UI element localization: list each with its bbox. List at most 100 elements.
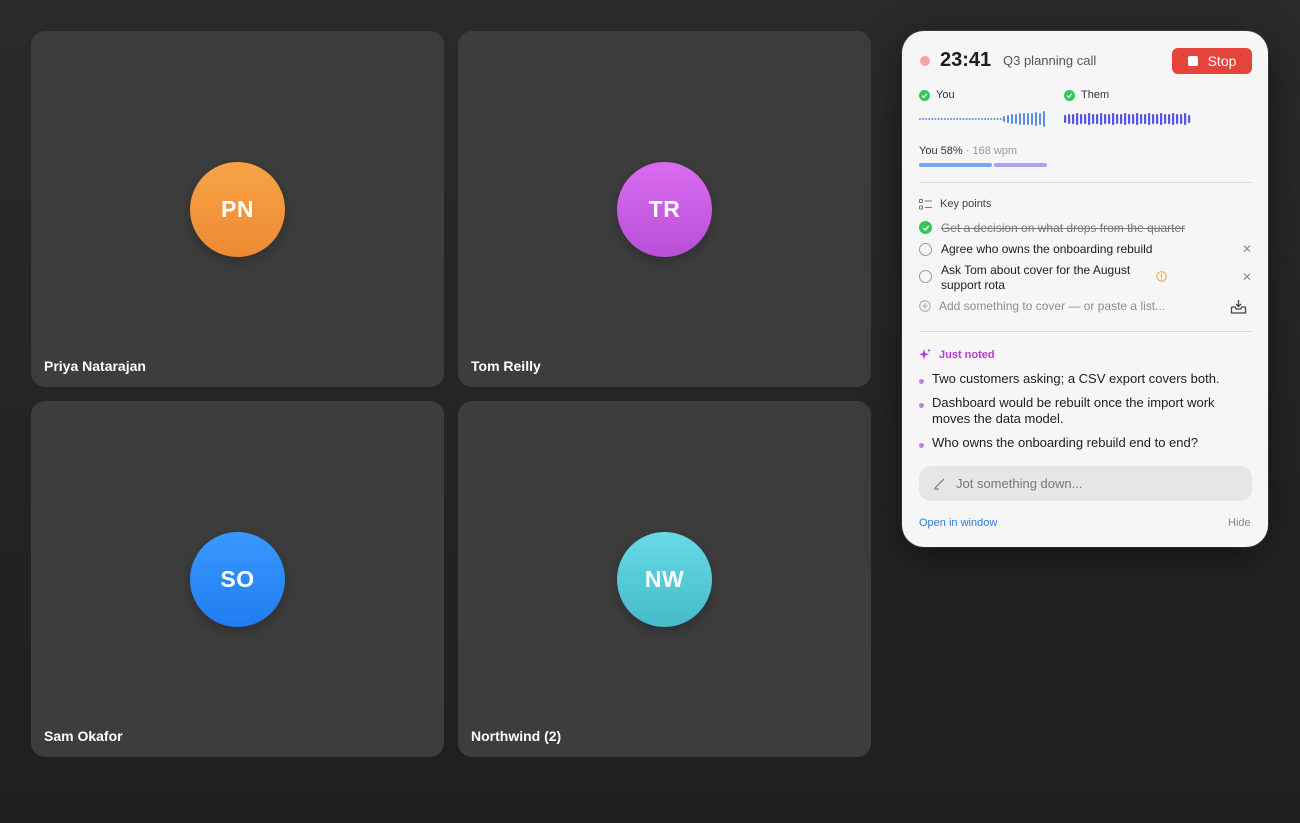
stop-icon <box>1187 56 1198 66</box>
speaker-label: Them <box>1081 89 1110 101</box>
speaker-them: Them <box>1064 89 1109 101</box>
wpm-label: 168 wpm <box>972 145 1018 157</box>
waveform-bar <box>1027 113 1029 125</box>
waveform-bar <box>1172 113 1175 125</box>
waveform-bar <box>1116 114 1119 124</box>
bullet <box>919 443 924 448</box>
you-waveform <box>919 111 1045 127</box>
waveform-bar <box>1023 113 1025 125</box>
talk-share: You 58% <box>919 145 963 157</box>
waveform-bar <box>996 118 999 120</box>
key-point-item[interactable]: Get a decision on what drops from the qu… <box>919 221 1185 235</box>
waveform-bar <box>999 118 1002 120</box>
waveform-bar <box>1096 114 1099 124</box>
participant-tile[interactable]: PN Priya Natarajan <box>31 31 444 387</box>
note-text: Dashboard would be rebuilt once the impo… <box>932 395 1215 426</box>
key-points-header: Key points <box>919 198 991 210</box>
waveform-bar <box>937 118 940 120</box>
waveform-bar <box>1100 113 1103 125</box>
completed-check-icon[interactable] <box>919 221 932 234</box>
add-circle-icon <box>919 300 931 312</box>
waveform-bar <box>1168 114 1171 124</box>
them-waveform <box>1064 113 1191 125</box>
participant-name: Tom Reilly <box>471 358 541 374</box>
waveform-bar <box>987 118 990 120</box>
pencil-icon <box>934 478 945 490</box>
waveform-bar <box>1011 114 1013 124</box>
waveform-bar <box>1128 114 1131 124</box>
waveform-bar <box>1088 113 1091 125</box>
note-item: Who owns the onboarding rebuild end to e… <box>919 435 1249 451</box>
key-point-item[interactable]: Ask Tom about cover for the August suppo… <box>919 263 1130 293</box>
waveform-bar <box>1176 114 1179 124</box>
bullet <box>919 403 924 408</box>
call-title: Q3 planning call <box>1003 53 1097 68</box>
waveform-bar <box>1035 112 1037 126</box>
waveform-bar <box>1112 113 1115 125</box>
key-point-text: Agree who owns the onboarding rebuild <box>941 242 1153 256</box>
waveform-bar <box>922 118 925 120</box>
waveform-bar <box>1184 113 1187 125</box>
participant-tile[interactable]: SO Sam Okafor <box>31 401 444 757</box>
avatar: PN <box>190 162 285 257</box>
waveform-bar <box>1152 114 1155 124</box>
jot-input[interactable]: Jot something down... <box>919 466 1252 501</box>
checkbox-circle-icon[interactable] <box>919 270 932 283</box>
import-tray-icon[interactable] <box>1230 299 1247 315</box>
add-key-point-input[interactable]: Add something to cover — or paste a list… <box>919 299 1165 313</box>
waveform-bar <box>1039 113 1041 125</box>
just-noted-title: Just noted <box>939 348 995 361</box>
waveform-bar <box>1124 113 1127 125</box>
talk-separator: · <box>965 145 970 157</box>
add-placeholder: Add something to cover — or paste a list… <box>939 299 1166 313</box>
waveform-bar <box>931 118 934 120</box>
divider <box>919 182 1252 183</box>
key-point-text-line: Ask Tom about cover for the August <box>941 263 1131 277</box>
remove-key-point-button[interactable]: ✕ <box>1242 242 1252 256</box>
participant-tile[interactable]: NW Northwind (2) <box>458 401 871 757</box>
waveform-bar <box>1015 114 1017 124</box>
waveform-bar <box>1076 113 1079 125</box>
meeting-notes-panel: 23:41 Q3 planning call Stop You Them You… <box>902 31 1268 547</box>
hide-link[interactable]: Hide <box>1228 517 1251 529</box>
note-text: Two customers asking; a CSV export cover… <box>932 371 1220 386</box>
stop-button[interactable]: Stop <box>1172 48 1252 74</box>
waveform-bar <box>959 118 962 120</box>
key-point-text: Ask Tom about cover for the August suppo… <box>941 263 1130 293</box>
call-timer: 23:41 <box>940 49 992 71</box>
waveform-bar <box>971 118 974 120</box>
key-point-text-line: support rota <box>941 278 1006 292</box>
waveform-bar <box>950 118 952 120</box>
waveform-bar <box>1104 114 1107 124</box>
waveform-bar <box>1156 114 1159 124</box>
open-in-window-link[interactable]: Open in window <box>919 517 997 529</box>
waveform-bar <box>919 118 921 120</box>
stop-label: Stop <box>1207 53 1237 69</box>
waveform-bar <box>962 118 965 120</box>
waveform-bar <box>925 118 928 120</box>
speaker-label: You <box>936 89 955 101</box>
warning-icon[interactable] <box>1156 271 1167 282</box>
waveform-bar <box>965 118 968 120</box>
participant-tile[interactable]: TR Tom Reilly <box>458 31 871 387</box>
waveform-bar <box>946 118 949 120</box>
waveform-bar <box>993 118 996 120</box>
avatar: NW <box>617 532 712 627</box>
key-point-item[interactable]: Agree who owns the onboarding rebuild <box>919 242 1152 256</box>
waveform-bar <box>953 118 956 120</box>
avatar: TR <box>617 162 712 257</box>
waveform-bar <box>1160 113 1163 125</box>
speaker-you: You <box>919 89 955 101</box>
note-item: Dashboard would be rebuilt once the impo… <box>919 395 1249 427</box>
waveform-bar <box>1031 113 1033 125</box>
waveform-bar <box>934 118 937 120</box>
talk-share-you-bar <box>919 163 992 167</box>
waveform-bar <box>990 118 993 120</box>
participant-name: Sam Okafor <box>44 728 123 744</box>
key-points-title: Key points <box>940 198 992 210</box>
checkbox-circle-icon[interactable] <box>919 243 932 256</box>
waveform-bar <box>1148 113 1151 125</box>
waveform-bar <box>1120 114 1123 124</box>
remove-key-point-button[interactable]: ✕ <box>1242 270 1252 284</box>
waveform-bar <box>1108 114 1111 124</box>
